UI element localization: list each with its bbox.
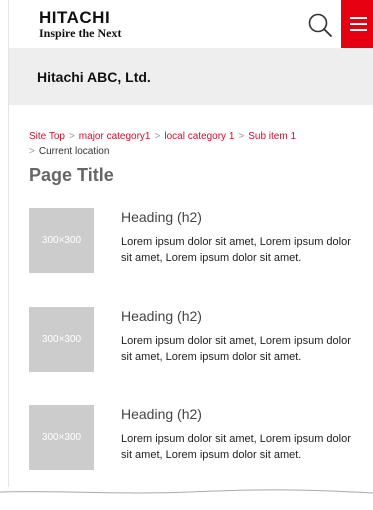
card-text: Lorem ipsum dolor sit amet, Lorem ipsum … <box>121 236 351 264</box>
thumbnail-placeholder[interactable]: 300×300 <box>29 307 94 372</box>
search-icon <box>308 13 332 37</box>
card-heading[interactable]: Heading (h2) <box>121 307 361 325</box>
card-body: Heading (h2) Lorem ipsum dolor sit amet,… <box>121 405 361 463</box>
breadcrumb-major-category[interactable]: major category1 <box>79 131 151 142</box>
site-name-bar: Hitachi ABC, Ltd. <box>9 48 373 105</box>
card-text: Lorem ipsum dolor sit amet, Lorem ipsum … <box>121 335 351 363</box>
thumbnail-label: 300×300 <box>41 432 82 443</box>
page-title: Page Title <box>29 165 114 185</box>
torn-edge-line <box>0 489 373 494</box>
torn-page-edge <box>0 487 373 505</box>
search-button[interactable] <box>307 12 333 38</box>
breadcrumb-current: Current location <box>38 146 110 157</box>
breadcrumb-sub-item[interactable]: Sub item 1 <box>248 131 296 142</box>
card-heading[interactable]: Heading (h2) <box>121 405 361 423</box>
card-text: Lorem ipsum dolor sit amet, Lorem ipsum … <box>121 433 351 461</box>
list-item[interactable]: 300×300 Heading (h2) Lorem ipsum dolor s… <box>29 208 365 298</box>
breadcrumb-separator: > <box>68 131 75 142</box>
site-header: HITACHI Inspire the Next <box>9 0 373 48</box>
thumbnail-label: 300×300 <box>41 235 82 246</box>
site-name[interactable]: Hitachi ABC, Ltd. <box>37 69 151 85</box>
hitachi-logo[interactable]: HITACHI Inspire the Next <box>39 9 121 39</box>
breadcrumb: Site Top > major category1 > local category … <box>29 129 359 159</box>
card-body: Heading (h2) Lorem ipsum dolor sit amet,… <box>121 208 361 266</box>
thumbnail-placeholder[interactable]: 300×300 <box>29 405 94 470</box>
logo-wordmark: HITACHI <box>39 8 111 27</box>
hamburger-menu-icon <box>350 17 367 19</box>
breadcrumb-separator: > <box>29 146 35 157</box>
breadcrumb-separator: > <box>238 131 245 142</box>
menu-button[interactable] <box>341 0 373 48</box>
breadcrumb-local-category[interactable]: local category 1 <box>164 131 234 142</box>
thumbnail-placeholder[interactable]: 300×300 <box>29 208 94 273</box>
breadcrumb-separator: > <box>154 131 161 142</box>
card-body: Heading (h2) Lorem ipsum dolor sit amet,… <box>121 307 361 365</box>
thumbnail-label: 300×300 <box>41 334 82 345</box>
logo-tagline: Inspire the Next <box>39 26 122 40</box>
breadcrumb-site-top[interactable]: Site Top <box>29 131 65 142</box>
list-item[interactable]: 300×300 Heading (h2) Lorem ipsum dolor s… <box>29 405 365 495</box>
card-heading[interactable]: Heading (h2) <box>121 208 361 226</box>
list-item[interactable]: 300×300 Heading (h2) Lorem ipsum dolor s… <box>29 307 365 397</box>
